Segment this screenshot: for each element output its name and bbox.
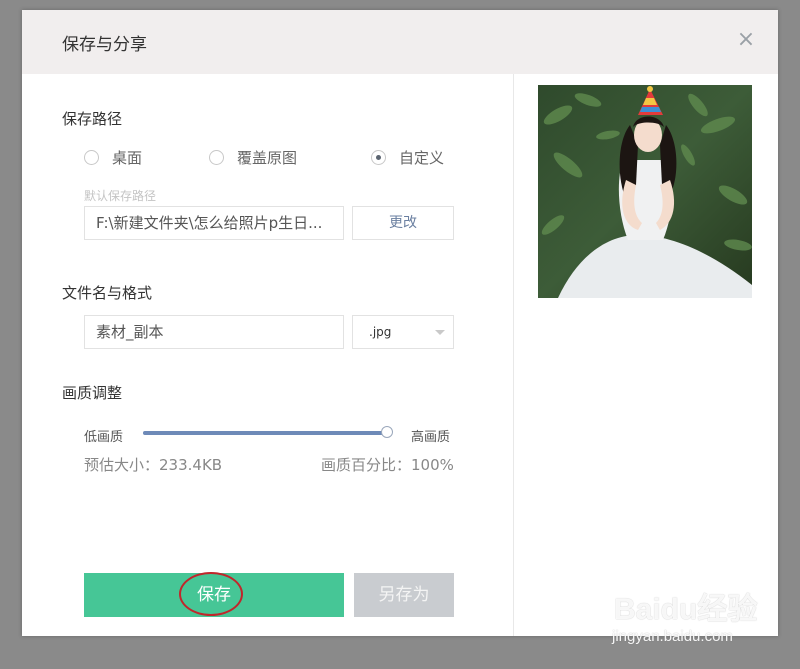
radio-label: 自定义 xyxy=(399,149,445,167)
radio-label: 覆盖原图 xyxy=(237,149,298,167)
file-heading: 文件名与格式 xyxy=(62,284,153,302)
default-path-hint: 默认保存路径 xyxy=(84,189,157,203)
radio-custom[interactable]: 自定义 xyxy=(371,147,444,168)
preview-photo xyxy=(538,85,752,298)
save-path-options: 桌面 覆盖原图 自定义 xyxy=(84,147,464,167)
radio-overwrite[interactable]: 覆盖原图 xyxy=(209,147,297,168)
radio-circle xyxy=(84,150,99,165)
radio-circle-checked xyxy=(371,150,386,165)
radio-desktop[interactable]: 桌面 xyxy=(84,147,142,168)
file-name-input[interactable]: 素材_副本 xyxy=(84,315,344,349)
save-as-button[interactable]: 另存为 xyxy=(354,573,454,617)
save-button[interactable]: 保存 xyxy=(84,573,344,617)
quality-slider-handle[interactable] xyxy=(381,426,393,438)
estimated-size: 预估大小：233.4KB xyxy=(84,456,223,474)
radio-label: 桌面 xyxy=(112,149,143,167)
quality-heading: 画质调整 xyxy=(62,384,123,402)
quality-percent: 画质百分比：100% xyxy=(321,456,454,474)
format-select[interactable]: .jpg xyxy=(352,315,454,349)
quality-slider[interactable] xyxy=(143,426,393,438)
save-path-input[interactable]: F:\新建文件夹\怎么给照片p生日... xyxy=(84,206,344,240)
chevron-down-icon xyxy=(435,330,445,335)
quality-slider-fill xyxy=(143,431,387,435)
dialog-header: 保存与分享 xyxy=(22,10,778,74)
low-quality-label: 低画质 xyxy=(84,430,124,445)
watermark-url: jingyan.baidu.com xyxy=(612,628,733,645)
preview-image xyxy=(538,85,752,298)
dialog-title: 保存与分享 xyxy=(62,35,147,55)
watermark-logo: Baidu经验 xyxy=(614,593,758,626)
save-share-dialog: 保存与分享 × 保存路径 桌面 覆盖原图 自定义 默认保存路径 F:\新建文件夹… xyxy=(22,10,778,636)
high-quality-label: 高画质 xyxy=(411,430,451,445)
save-path-heading: 保存路径 xyxy=(62,110,123,128)
change-path-button[interactable]: 更改 xyxy=(352,206,454,240)
baidu-watermark: Baidu经验 jingyan.baidu.com xyxy=(612,580,792,660)
divider xyxy=(513,74,514,636)
format-value: .jpg xyxy=(369,325,392,339)
radio-circle xyxy=(209,150,224,165)
close-icon[interactable]: × xyxy=(734,28,758,52)
